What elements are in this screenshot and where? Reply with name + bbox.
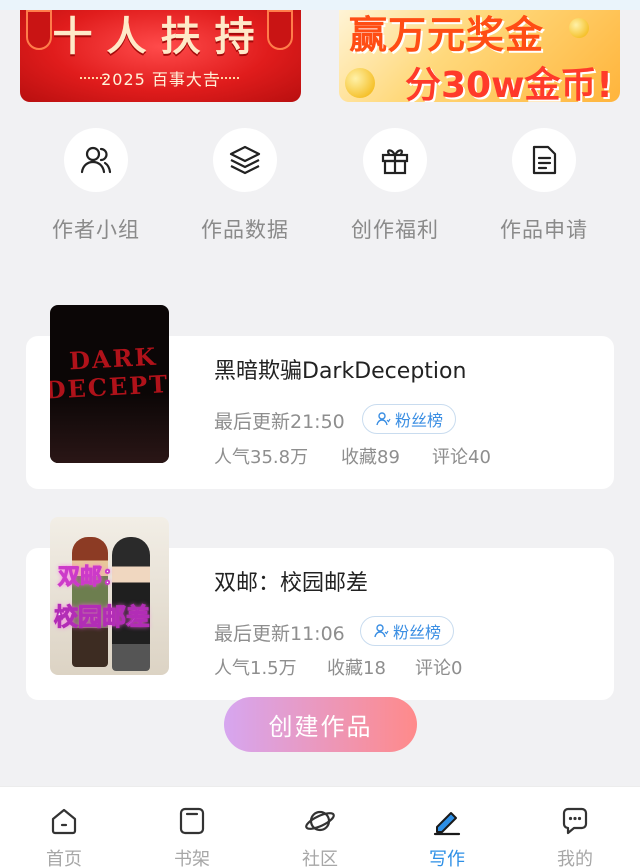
document-icon bbox=[532, 145, 557, 175]
gift-icon bbox=[381, 149, 409, 175]
pen-icon bbox=[433, 812, 461, 836]
favorites-stat: 收藏89 bbox=[341, 447, 400, 468]
work-cover-image[interactable]: DARK DECEPTION bbox=[50, 305, 169, 463]
cover-title-text: 双邮： bbox=[57, 565, 125, 591]
work-title[interactable]: 黑暗欺骗DarkDeception bbox=[214, 353, 466, 385]
create-work-button[interactable]: 创建作品 bbox=[224, 697, 417, 752]
promo-banner-support[interactable]: 十人扶持 2025 百事大吉 bbox=[20, 10, 301, 102]
quick-action-label: 作品申请 bbox=[500, 218, 588, 242]
popularity-stat: 人气35.8万 bbox=[214, 447, 309, 468]
last-update-text: 最后更新21:50 bbox=[214, 411, 345, 433]
coin-icon bbox=[569, 18, 589, 38]
comments-stat: 评论40 bbox=[432, 447, 491, 468]
work-cover-image[interactable]: 双邮： 校园邮差 bbox=[50, 517, 169, 675]
quick-action-author-group[interactable]: 作者小组 bbox=[52, 128, 139, 242]
fan-ranking-label: 粉丝榜 bbox=[393, 623, 442, 642]
quick-action-work-data[interactable]: 作品数据 bbox=[201, 128, 288, 242]
coin-icon bbox=[345, 68, 375, 98]
bottom-nav-bar: 首页 书架 社区 写作 我的 bbox=[0, 786, 640, 868]
home-icon bbox=[51, 808, 77, 835]
nav-label: 首页 bbox=[46, 849, 82, 868]
nav-label: 社区 bbox=[302, 849, 338, 868]
user-icon bbox=[374, 624, 389, 638]
fan-ranking-label: 粉丝榜 bbox=[395, 411, 444, 430]
cover-title-text: 校园邮差 bbox=[54, 603, 151, 632]
comments-stat: 评论0 bbox=[415, 658, 463, 679]
user-icon bbox=[376, 412, 391, 426]
banner-subline: 2025 百事大吉 bbox=[101, 70, 220, 89]
banner-line1: 赢万元奖金 bbox=[349, 12, 545, 57]
promo-banner-prize[interactable]: 赢万元奖金 分30w金币! bbox=[339, 10, 620, 102]
favorites-stat: 收藏18 bbox=[327, 658, 386, 679]
nav-item-writing[interactable]: 写作 bbox=[407, 787, 487, 868]
nav-label: 写作 bbox=[429, 849, 465, 868]
bookshelf-icon bbox=[179, 807, 205, 835]
quick-action-writer-benefits[interactable]: 创作福利 bbox=[351, 128, 438, 242]
nav-item-home[interactable]: 首页 bbox=[24, 787, 104, 868]
nav-label: 书架 bbox=[174, 849, 210, 868]
nav-item-me[interactable]: 我的 bbox=[535, 787, 615, 868]
quick-action-label: 作者小组 bbox=[52, 218, 140, 242]
people-icon bbox=[80, 146, 112, 174]
quick-action-label: 作品数据 bbox=[201, 218, 289, 242]
quick-action-label: 创作福利 bbox=[351, 218, 439, 242]
fan-ranking-button[interactable]: 粉丝榜 bbox=[362, 404, 457, 434]
last-update-text: 最后更新11:06 bbox=[214, 623, 345, 645]
nav-item-community[interactable]: 社区 bbox=[280, 787, 360, 868]
layers-icon bbox=[229, 145, 261, 175]
fan-ranking-button[interactable]: 粉丝榜 bbox=[360, 616, 455, 646]
nav-item-bookshelf[interactable]: 书架 bbox=[152, 787, 232, 868]
chat-bubble-icon bbox=[562, 807, 588, 835]
status-strip bbox=[0, 0, 640, 10]
nav-label: 我的 bbox=[557, 849, 593, 868]
banner-line2: 分30w金币! bbox=[405, 65, 613, 102]
planet-icon bbox=[305, 810, 335, 832]
decorative-dots bbox=[213, 77, 239, 79]
work-title[interactable]: 双邮：校园邮差 bbox=[214, 565, 368, 597]
banner-headline: 十人扶持 bbox=[52, 13, 269, 60]
quick-action-work-application[interactable]: 作品申请 bbox=[500, 128, 587, 242]
popularity-stat: 人气1.5万 bbox=[214, 658, 297, 679]
